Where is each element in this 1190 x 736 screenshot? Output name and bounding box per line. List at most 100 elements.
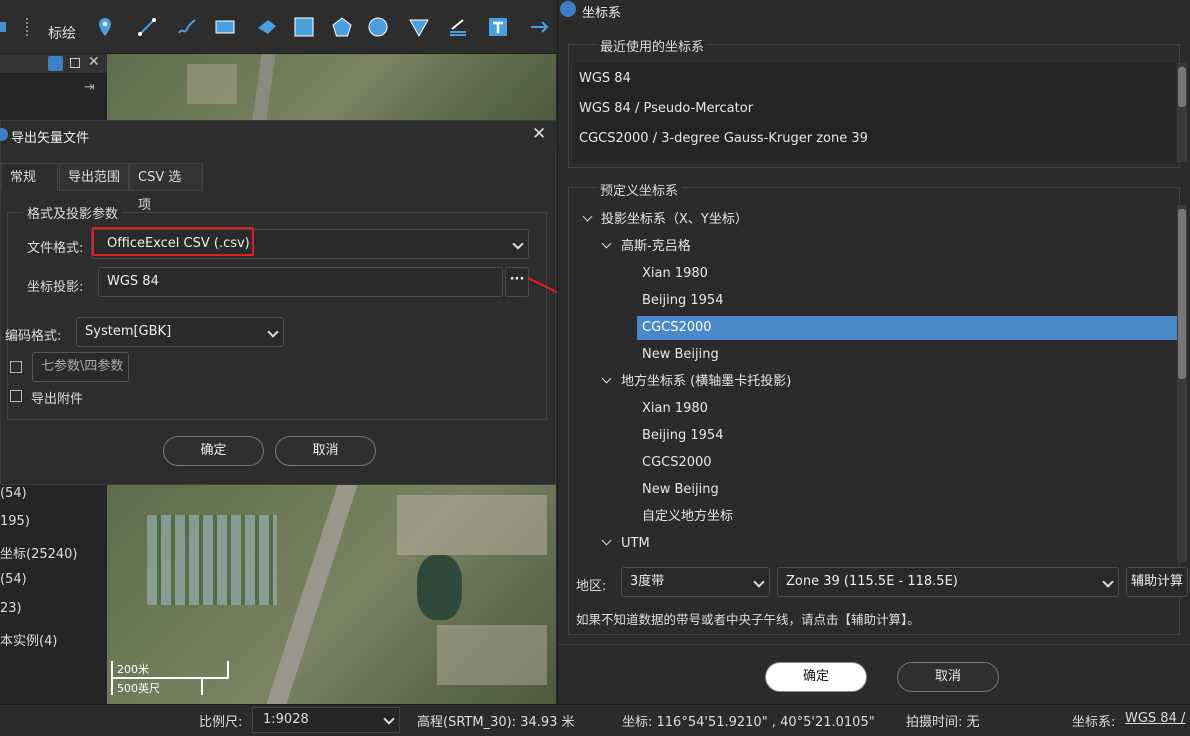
text-icon[interactable] xyxy=(487,16,509,38)
buildings xyxy=(437,625,547,685)
group-title: 格式及投影参数 xyxy=(23,203,123,222)
list-item[interactable]: 本实例(4) xyxy=(0,630,57,649)
dialog-title: 导出矢量文件 xyxy=(11,131,90,146)
scale-label-200: 200米 xyxy=(117,663,149,676)
tree-leaf[interactable]: CGCS2000 xyxy=(642,451,712,474)
tree-leaf-selected[interactable] xyxy=(637,316,1177,340)
tree-leaf[interactable]: 自定义地方坐标 xyxy=(642,505,733,528)
greenhouses xyxy=(147,515,277,605)
sector-icon[interactable] xyxy=(408,16,430,38)
encoding-label: 编码格式: xyxy=(5,329,62,344)
list-item[interactable]: (54) xyxy=(0,572,27,587)
crs-label: 坐标系: xyxy=(1072,715,1116,730)
tree-node-local[interactable]: 地方坐标系 (横轴墨卡托投影) xyxy=(621,370,791,393)
line-icon[interactable] xyxy=(136,16,158,38)
zone-select[interactable]: Zone 39 (115.5E - 118.5E) xyxy=(777,567,1119,597)
ok-button[interactable]: 确定 xyxy=(163,436,264,466)
app-logo-icon xyxy=(560,1,576,17)
file-format-label: 文件格式: xyxy=(27,241,84,256)
status-bar: 比例尺: 1:9028 高程(SRTM_30): 34.93 米 坐标: 116… xyxy=(0,704,1190,736)
toolbar-separator xyxy=(26,18,28,36)
pin-icon[interactable] xyxy=(94,16,116,38)
tab-csv-options[interactable]: CSV 选项 xyxy=(129,163,203,213)
rectangle-icon[interactable] xyxy=(214,16,236,38)
close-icon[interactable]: ✕ xyxy=(88,54,100,70)
toolbar-label: 标绘 xyxy=(48,26,76,42)
tool-icon[interactable] xyxy=(0,22,6,32)
tree-node-projected[interactable]: 投影坐标系（X、Y坐标） xyxy=(601,208,748,231)
export-vector-dialog: 导出矢量文件 ✕ 常规 导出范围 CSV 选项 格式及投影参数 文件格式: Of… xyxy=(0,120,557,485)
road xyxy=(266,485,358,704)
tree-leaf-selected-label[interactable]: CGCS2000 xyxy=(642,316,712,339)
projection-field[interactable]: WGS 84 xyxy=(98,267,503,297)
cancel-button[interactable]: 取消 xyxy=(897,662,999,692)
map-view[interactable]: 200米 500英尺 xyxy=(107,485,556,704)
projection-label: 坐标投影: xyxy=(27,280,84,295)
buildings xyxy=(397,495,547,555)
chevron-down-icon xyxy=(1102,576,1114,588)
tree-leaf[interactable]: New Beijing xyxy=(642,478,719,501)
highlight-box xyxy=(92,227,254,256)
elevation-readout: 高程(SRTM_30): 34.93 米 xyxy=(417,715,575,730)
square-icon[interactable] xyxy=(293,16,315,38)
chevron-down-icon xyxy=(267,326,279,338)
tree-node-gauss[interactable]: 高斯-克吕格 xyxy=(621,235,691,258)
crs-dialog: 坐标系 最近使用的坐标系 WGS 84 WGS 84 / Pseudo-Merc… xyxy=(557,0,1190,704)
seven-params-checkbox[interactable] xyxy=(10,361,22,373)
list-item[interactable]: (54) xyxy=(0,486,27,501)
tab-export-range[interactable]: 导出范围 xyxy=(59,163,129,191)
scale-label-500: 500英尺 xyxy=(117,682,160,695)
recent-title: 最近使用的坐标系 xyxy=(596,36,709,55)
arrow-icon[interactable] xyxy=(529,16,551,38)
ok-button[interactable]: 确定 xyxy=(765,662,867,692)
assist-calc-button[interactable]: 辅助计算 xyxy=(1126,567,1188,597)
tree-leaf[interactable]: Beijing 1954 xyxy=(642,289,723,312)
seven-params-button[interactable]: 七参数\四参数 xyxy=(32,352,129,382)
chevron-down-icon xyxy=(383,713,395,725)
dialog-title: 坐标系 xyxy=(582,6,622,21)
tree-leaf[interactable]: Beijing 1954 xyxy=(642,424,723,447)
cancel-button[interactable]: 取消 xyxy=(275,436,376,466)
tree-leaf[interactable]: Xian 1980 xyxy=(642,262,708,285)
scrollbar[interactable] xyxy=(1177,205,1187,562)
layer-panel-header: ✕ xyxy=(0,54,107,74)
chevron-down-icon xyxy=(512,238,524,250)
measure-icon[interactable] xyxy=(447,16,469,38)
band-select[interactable]: 3度带 xyxy=(621,567,770,597)
collapse-panel-icon[interactable]: ⇥ xyxy=(84,80,95,95)
road xyxy=(252,54,276,120)
list-item[interactable]: 195) xyxy=(0,514,30,529)
scale-bar: 200米 500英尺 xyxy=(111,661,229,699)
scrollbar[interactable] xyxy=(1177,63,1187,162)
region-label: 地区: xyxy=(576,579,607,594)
recent-item[interactable]: WGS 84 xyxy=(579,67,631,90)
scale-label: 比例尺: xyxy=(199,715,243,730)
tree-leaf[interactable]: New Beijing xyxy=(642,343,719,366)
map-view-top[interactable] xyxy=(107,54,556,120)
predefined-title: 预定义坐标系 xyxy=(596,180,683,199)
list-item[interactable]: 23) xyxy=(0,601,22,616)
crs-link[interactable]: WGS 84 / xyxy=(1125,711,1185,726)
recent-item[interactable]: WGS 84 / Pseudo-Mercator xyxy=(579,97,753,120)
tab-general[interactable]: 常规 xyxy=(1,163,58,191)
hint-text: 如果不知道数据的带号或者中央子午线，请点击【辅助计算】。 xyxy=(576,612,920,627)
list-item[interactable]: 坐标(25240) xyxy=(0,543,78,562)
pond xyxy=(417,555,462,620)
export-attachments-checkbox[interactable] xyxy=(10,390,22,402)
tree-leaf[interactable]: Xian 1980 xyxy=(642,397,708,420)
tree-node-utm[interactable]: UTM xyxy=(621,532,650,555)
encoding-select[interactable]: System[GBK] xyxy=(76,317,284,347)
polygon-icon[interactable] xyxy=(256,16,278,38)
pentagon-icon[interactable] xyxy=(331,16,353,38)
coordinate-readout: 坐标: 116°54'51.9210" , 40°5'21.0105" xyxy=(622,715,875,730)
scale-select[interactable]: 1:9028 xyxy=(252,707,400,733)
freehand-icon[interactable] xyxy=(176,16,198,38)
map-toolbar: 标绘 xyxy=(0,0,556,54)
restore-icon[interactable] xyxy=(70,58,80,68)
search-icon[interactable] xyxy=(48,56,63,71)
capture-time: 拍摄时间: 无 xyxy=(906,715,980,730)
chevron-down-icon xyxy=(753,576,765,588)
recent-item[interactable]: CGCS2000 / 3-degree Gauss-Kruger zone 39 xyxy=(579,127,868,150)
circle-icon[interactable] xyxy=(367,16,389,38)
close-icon[interactable]: ✕ xyxy=(532,124,546,144)
